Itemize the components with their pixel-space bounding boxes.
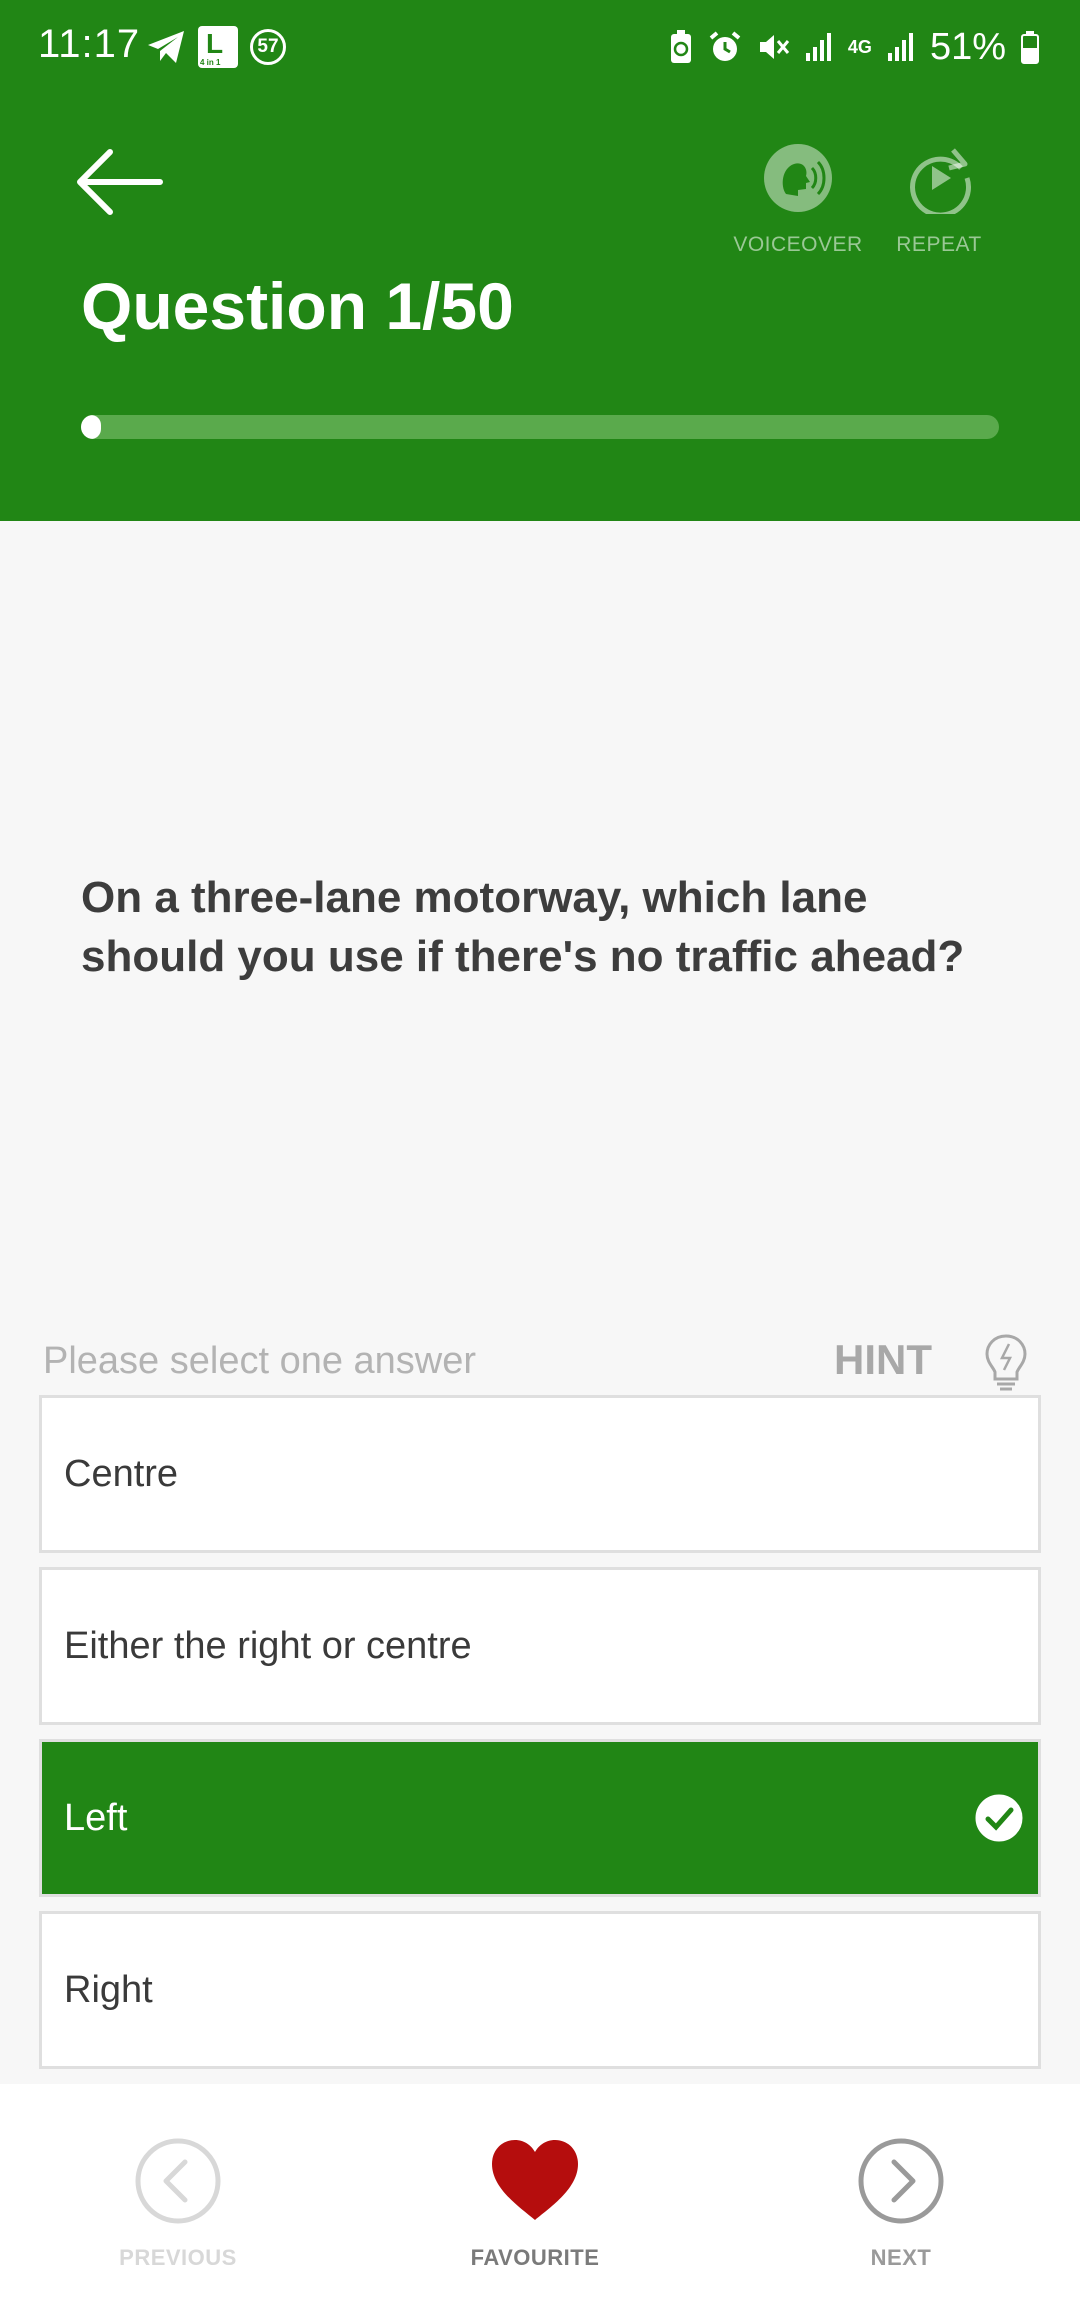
previous-label: PREVIOUS: [119, 2245, 237, 2270]
battery-saver-icon: [670, 30, 691, 63]
back-button[interactable]: [74, 142, 166, 222]
status-bar: 11:17 L 4 in 1 57 4G 51%: [0, 0, 1080, 94]
signal-icon: [805, 33, 831, 61]
battery-icon: [1021, 31, 1039, 64]
voiceover-label: VOICEOVER: [733, 233, 863, 256]
previous-button[interactable]: PREVIOUS: [78, 2136, 278, 2271]
prompt-row: Please select one answer HINT: [43, 1332, 1043, 1392]
voiceover-button[interactable]: VOICEOVER: [733, 142, 863, 257]
chevron-right-circle-icon: [858, 2138, 944, 2224]
question-text: On a three-lane motorway, which lane sho…: [81, 873, 965, 981]
status-left-icons: L 4 in 1 57: [146, 24, 286, 70]
answer-option[interactable]: Either the right or centre: [39, 1567, 1041, 1725]
answer-option[interactable]: Right: [39, 1911, 1041, 2069]
status-time: 11:17: [38, 22, 141, 66]
voiceover-icon: [764, 144, 832, 212]
next-button[interactable]: NEXT: [801, 2136, 1001, 2271]
chevron-left-circle-icon: [135, 2138, 221, 2224]
network-type: 4G: [847, 37, 872, 57]
repeat-label: REPEAT: [896, 233, 982, 256]
answer-label: Either the right or centre: [64, 1624, 472, 1667]
answer-label: Left: [64, 1796, 128, 1839]
progress-fill: [81, 415, 102, 439]
replay-icon: [910, 148, 972, 218]
lightbulb-icon[interactable]: [983, 1332, 1029, 1392]
heart-icon: [492, 2140, 578, 2220]
favourite-label: FAVOURITE: [470, 2245, 600, 2270]
header: 11:17 L 4 in 1 57 4G 51% VOICEOVER REPEA…: [0, 0, 1080, 521]
quiz-screen: 11:17 L 4 in 1 57 4G 51% VOICEOVER REPEA…: [0, 0, 1080, 2316]
status-right-icons: 4G 51%: [668, 22, 1040, 72]
repeat-button[interactable]: REPEAT: [874, 142, 1004, 257]
battery-percent: 51%: [929, 25, 1006, 68]
answer-label: Right: [64, 1968, 153, 2011]
learner-plate-icon: L 4 in 1: [198, 26, 238, 68]
favourite-button[interactable]: FAVOURITE: [435, 2136, 635, 2271]
answer-option[interactable]: Left: [39, 1739, 1041, 1897]
notification-count-badge: 57: [250, 29, 286, 65]
hint-button[interactable]: HINT: [834, 1336, 932, 1384]
answer-option[interactable]: Centre: [39, 1395, 1041, 1553]
answer-label: Centre: [64, 1452, 179, 1495]
signal-icon-2: [887, 33, 913, 61]
telegram-icon: [148, 31, 184, 63]
mute-icon: [759, 35, 790, 59]
bottom-nav: PREVIOUS FAVOURITE NEXT: [0, 2084, 1080, 2316]
progress-bar: [81, 415, 999, 439]
arrow-left-icon: [77, 149, 163, 215]
alarm-icon: [709, 31, 741, 61]
answer-list: Centre Either the right or centre Left R…: [39, 1395, 1041, 2083]
select-prompt: Please select one answer: [43, 1340, 477, 1382]
check-circle-icon: [975, 1794, 1023, 1842]
question-counter-title: Question 1/50: [81, 269, 514, 343]
next-label: NEXT: [870, 2245, 932, 2270]
